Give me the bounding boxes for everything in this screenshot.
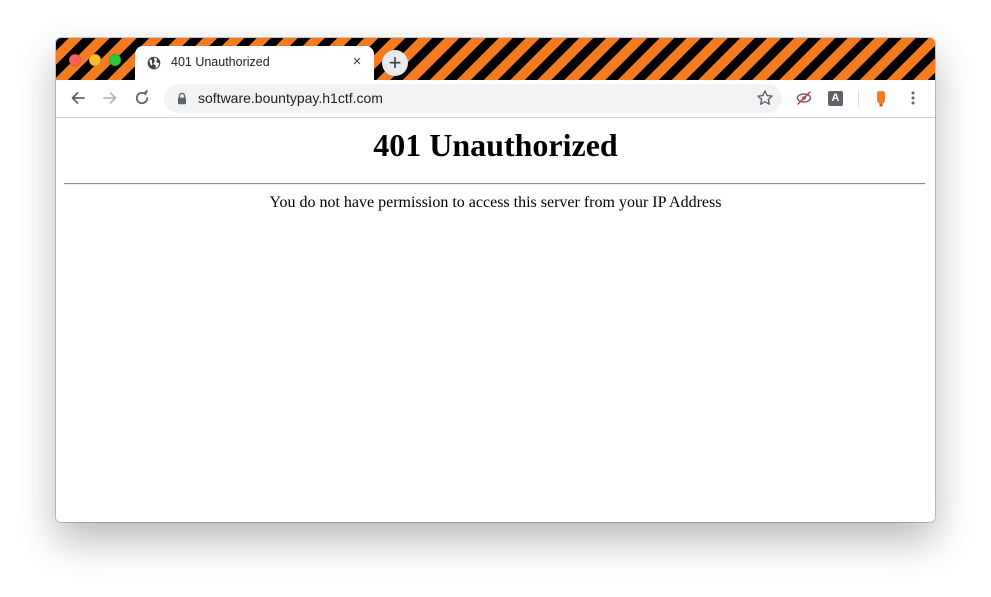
close-window-button[interactable] [69,54,81,66]
browser-tab[interactable]: 401 Unauthorized × [135,46,374,80]
lock-icon [178,92,186,105]
url-text[interactable]: software.bountypay.h1ctf.com [198,90,383,106]
back-arrow-icon[interactable] [68,88,88,108]
reload-icon[interactable] [132,88,152,108]
tab-close-icon[interactable]: × [350,54,364,69]
forward-arrow-icon[interactable] [100,88,120,108]
hidden-eye-extension-icon[interactable] [794,88,814,108]
toolbar-divider [858,90,859,107]
bookmark-star-icon[interactable] [756,89,774,107]
tab-title: 401 Unauthorized [171,55,270,69]
new-tab-button[interactable]: + [382,50,408,76]
browser-toolbar: software.bountypay.h1ctf.com A [56,80,935,118]
divider [64,183,925,185]
address-bar[interactable]: software.bountypay.h1ctf.com [164,84,782,113]
maximize-window-button[interactable] [109,54,121,66]
browser-window: 401 Unauthorized × + software.bountypay.… [56,38,935,522]
minimize-window-button[interactable] [89,54,101,66]
globe-icon [147,56,161,70]
page-content: 401 Unauthorized You do not have permiss… [56,118,935,522]
error-message: You do not have permission to access thi… [269,194,722,211]
burp-extension-icon[interactable] [871,88,891,108]
page-title: 401 Unauthorized [373,127,618,163]
title-bar: 401 Unauthorized × + [56,38,935,80]
translate-extension-icon[interactable]: A [828,91,843,106]
menu-kebab-icon[interactable] [903,88,923,108]
